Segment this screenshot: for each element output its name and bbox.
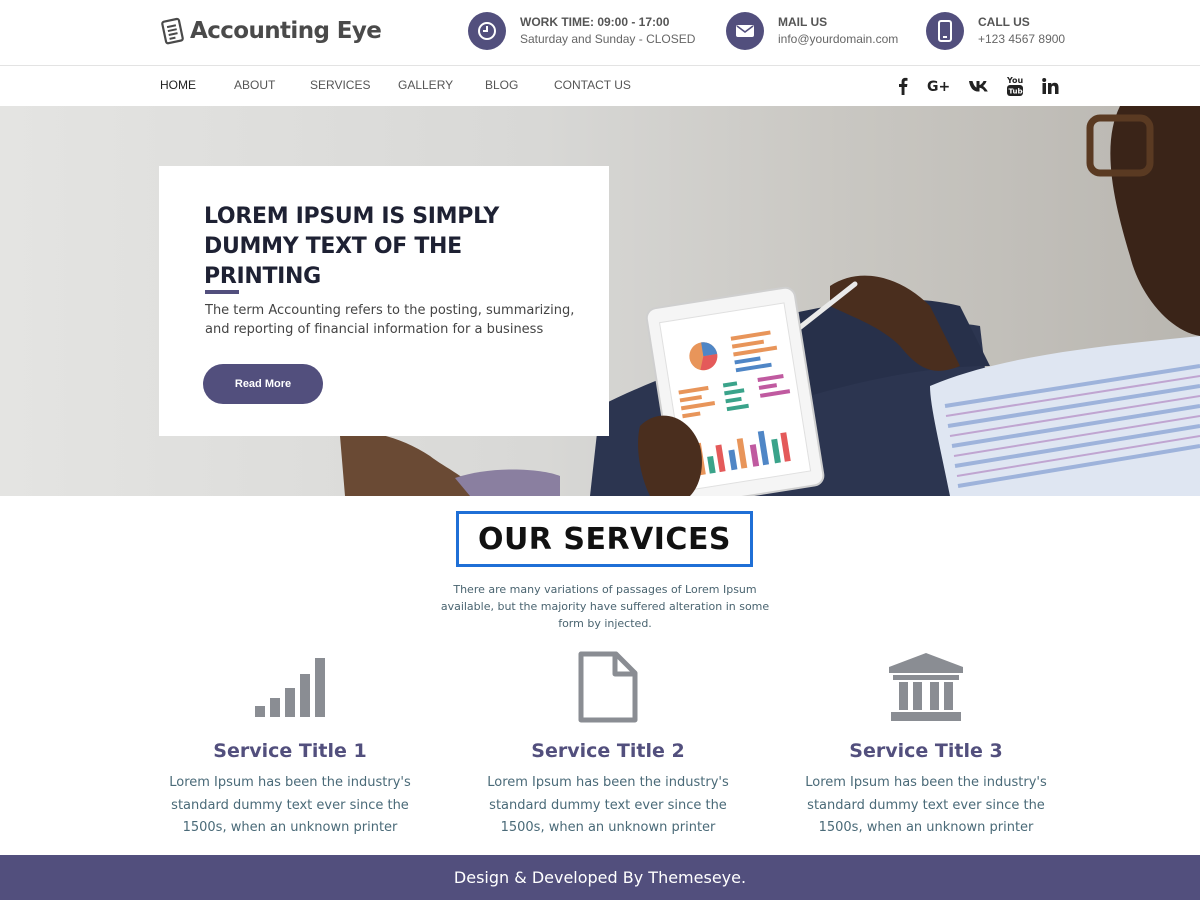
- nav-item-services[interactable]: SERVICES: [310, 78, 370, 92]
- signal-bars-icon: [140, 650, 440, 724]
- hero-divider: [205, 290, 239, 294]
- site-title: Accounting Eye: [190, 18, 382, 44]
- nav-item-contact[interactable]: CONTACT US: [554, 78, 631, 92]
- phone-icon: [926, 12, 964, 50]
- linkedin-icon[interactable]: [1039, 75, 1061, 97]
- read-more-button[interactable]: Read More: [203, 364, 323, 404]
- hero-card: LOREM IPSUM IS SIMPLY DUMMY TEXT OF THE …: [159, 166, 609, 436]
- vk-icon[interactable]: [967, 75, 991, 97]
- hero-banner: LOREM IPSUM IS SIMPLY DUMMY TEXT OF THE …: [0, 106, 1200, 496]
- mail-title: MAIL US: [778, 15, 828, 29]
- svg-text:You: You: [1006, 76, 1024, 85]
- service-text-3: Lorem Ipsum has been the industry's stan…: [805, 775, 1047, 835]
- work-time-block: WORK TIME: 09:00 - 17:00 Saturday and Su…: [468, 12, 695, 50]
- service-title-3[interactable]: Service Title 3: [776, 740, 1076, 762]
- services-heading: OUR SERVICES: [477, 521, 732, 557]
- service-text-1: Lorem Ipsum has been the industry's stan…: [169, 775, 411, 835]
- top-header: Accounting Eye WORK TIME: 09:00 - 17:00 …: [0, 0, 1200, 66]
- main-nav: HOME ABOUT SERVICES GALLERY BLOG CONTACT…: [0, 66, 1200, 106]
- service-card-2: Service Title 2 Lorem Ipsum has been the…: [458, 650, 758, 840]
- nav-item-blog[interactable]: BLOG: [485, 78, 518, 92]
- hero-title: LOREM IPSUM IS SIMPLY DUMMY TEXT OF THE …: [204, 204, 499, 289]
- clock-icon: [468, 12, 506, 50]
- service-text-2: Lorem Ipsum has been the industry's stan…: [487, 775, 729, 835]
- call-number[interactable]: +123 4567 8900: [978, 31, 1065, 48]
- youtube-icon[interactable]: You Tube: [1004, 75, 1026, 97]
- site-logo[interactable]: Accounting Eye: [160, 17, 382, 45]
- services-description: There are many variations of passages of…: [440, 583, 770, 630]
- document-icon: [458, 650, 758, 724]
- ledger-icon: [161, 17, 184, 45]
- call-title: CALL US: [978, 15, 1030, 29]
- google-plus-icon[interactable]: G+: [926, 75, 952, 97]
- envelope-icon: [726, 12, 764, 50]
- svg-text:Tube: Tube: [1009, 88, 1025, 96]
- service-title-2[interactable]: Service Title 2: [458, 740, 758, 762]
- bank-icon: [776, 650, 1076, 724]
- footer: Design & Developed By Themeseye.: [0, 855, 1200, 900]
- work-time-title: WORK TIME: 09:00 - 17:00: [520, 15, 670, 29]
- facebook-icon[interactable]: [892, 75, 914, 97]
- footer-credit[interactable]: Design & Developed By Themeseye.: [454, 868, 746, 887]
- service-card-3: Service Title 3 Lorem Ipsum has been the…: [776, 650, 1076, 840]
- svg-text:G+: G+: [927, 79, 950, 94]
- mail-block: MAIL US info@yourdomain.com: [726, 12, 898, 50]
- call-block: CALL US +123 4567 8900: [926, 12, 1065, 50]
- hero-description: The term Accounting refers to the postin…: [205, 303, 575, 337]
- service-title-1[interactable]: Service Title 1: [140, 740, 440, 762]
- nav-item-about[interactable]: ABOUT: [234, 78, 275, 92]
- services-heading-box: OUR SERVICES: [456, 511, 753, 567]
- mail-address[interactable]: info@yourdomain.com: [778, 31, 898, 48]
- service-card-1: Service Title 1 Lorem Ipsum has been the…: [140, 650, 440, 840]
- nav-item-home[interactable]: HOME: [160, 78, 196, 92]
- work-time-sub: Saturday and Sunday - CLOSED: [520, 32, 696, 46]
- nav-item-gallery[interactable]: GALLERY: [398, 78, 453, 92]
